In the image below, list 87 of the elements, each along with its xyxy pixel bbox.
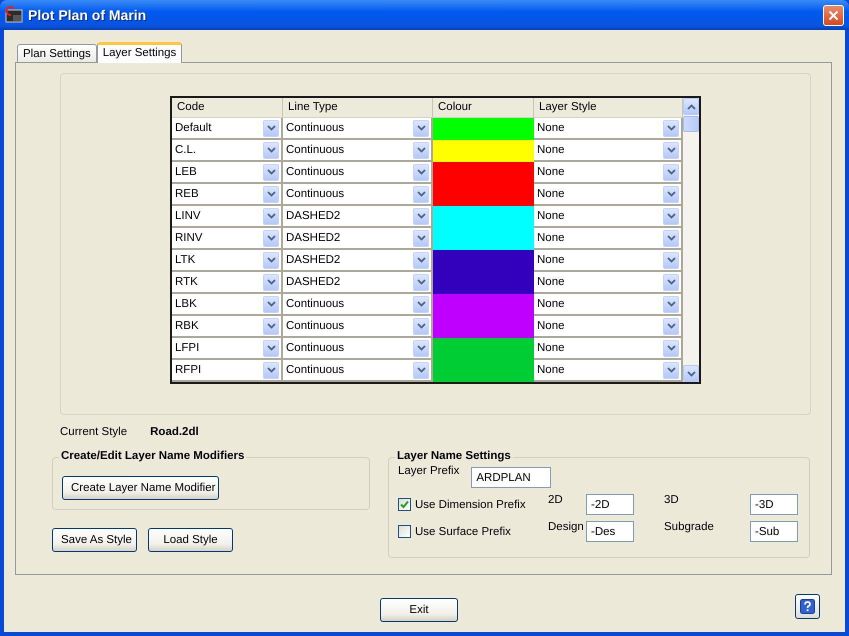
colour-swatch[interactable] (433, 338, 534, 360)
checkbox[interactable] (398, 498, 411, 511)
checkbox[interactable] (398, 525, 411, 538)
colour-swatch[interactable] (433, 140, 534, 162)
line-type-dropdown[interactable]: Continuous (283, 316, 433, 338)
field-label: Design (548, 521, 585, 533)
line-type-dropdown[interactable]: DASHED2 (283, 228, 433, 250)
colour-swatch[interactable] (433, 228, 534, 250)
line-type-dropdown[interactable]: Continuous (283, 184, 433, 206)
suffix-field[interactable]: -Sub (750, 521, 798, 542)
checkbox-label: Use Surface Prefix (415, 526, 511, 538)
code-dropdown[interactable]: LFPI (172, 338, 283, 360)
chevron-up-icon (686, 104, 696, 110)
exit-button[interactable]: Exit (380, 598, 458, 622)
group-title: Layer Name Settings (395, 450, 513, 462)
layer-prefix-field[interactable]: ARDPLAN (471, 467, 552, 488)
line-type-dropdown[interactable]: Continuous (283, 118, 433, 140)
colour-swatch[interactable] (433, 316, 534, 338)
line-type-dropdown[interactable]: DASHED2 (283, 250, 433, 272)
current-style-label: Current Style (60, 426, 128, 438)
layer-style-dropdown[interactable]: None (534, 338, 683, 360)
line-type-dropdown[interactable]: Continuous (283, 140, 433, 162)
chevron-down-icon (686, 370, 696, 376)
colour-swatch[interactable] (433, 250, 534, 272)
create-modifier-button[interactable]: Create Layer Name Modifier (62, 476, 219, 500)
column-header: Code (172, 98, 283, 117)
layer-style-dropdown[interactable]: None (534, 228, 683, 250)
colour-swatch[interactable] (433, 294, 534, 316)
layer-style-dropdown[interactable]: None (534, 316, 683, 338)
suffix-field[interactable]: -Des (586, 521, 634, 542)
layer-style-dropdown[interactable]: None (534, 140, 683, 162)
code-dropdown[interactable]: RTK (172, 272, 283, 294)
style-button[interactable]: Save As Style (52, 528, 137, 552)
layer-prefix-label: Layer Prefix (398, 465, 460, 477)
scroll-down-button[interactable] (683, 365, 699, 382)
colour-swatch[interactable] (433, 162, 534, 184)
code-dropdown[interactable]: REB (172, 184, 283, 206)
code-dropdown[interactable]: RFPI (172, 360, 283, 382)
layer-style-dropdown[interactable]: None (534, 162, 683, 184)
code-dropdown[interactable]: LBK (172, 294, 283, 316)
code-dropdown[interactable]: RINV (172, 228, 283, 250)
code-dropdown[interactable]: LEB (172, 162, 283, 184)
column-header: Colour (433, 98, 534, 117)
current-style-value: Road.2dl (150, 426, 199, 438)
code-dropdown[interactable]: LTK (172, 250, 283, 272)
code-dropdown[interactable]: RBK (172, 316, 283, 338)
help-icon (800, 598, 815, 614)
line-type-dropdown[interactable]: Continuous (283, 294, 433, 316)
colour-swatch[interactable] (433, 118, 534, 140)
line-type-dropdown[interactable]: DASHED2 (283, 206, 433, 228)
scroll-thumb[interactable] (683, 116, 699, 132)
field-label: Subgrade (664, 521, 715, 533)
layer-style-dropdown[interactable]: None (534, 294, 683, 316)
column-header: Line Type (283, 98, 433, 117)
scrollbar[interactable] (683, 98, 699, 382)
group-title: Create/Edit Layer Name Modifiers (59, 450, 246, 462)
app-icon (5, 6, 23, 24)
style-button[interactable]: Load Style (148, 528, 233, 552)
colour-swatch[interactable] (433, 272, 534, 294)
suffix-field[interactable]: -3D (750, 494, 798, 515)
line-type-dropdown[interactable]: Continuous (283, 162, 433, 184)
code-dropdown[interactable]: C.L. (172, 140, 283, 162)
field-label: 3D (664, 494, 680, 506)
colour-swatch[interactable] (433, 206, 534, 228)
code-dropdown[interactable]: Default (172, 118, 283, 140)
code-dropdown[interactable]: LINV (172, 206, 283, 228)
tab[interactable]: Plan Settings (17, 44, 97, 62)
tab[interactable]: Layer Settings (96, 42, 182, 63)
window-title: Plot Plan of Marin (28, 7, 146, 23)
close-icon (828, 10, 839, 20)
layer-style-dropdown[interactable]: None (534, 250, 683, 272)
line-type-dropdown[interactable]: Continuous (283, 360, 433, 382)
line-type-dropdown[interactable]: DASHED2 (283, 272, 433, 294)
colour-swatch[interactable] (433, 360, 534, 382)
suffix-field[interactable]: -2D (586, 494, 634, 515)
layer-style-dropdown[interactable]: None (534, 206, 683, 228)
layer-style-dropdown[interactable]: None (534, 118, 683, 140)
help-button[interactable] (795, 594, 820, 618)
close-button[interactable] (823, 4, 844, 26)
line-type-dropdown[interactable]: Continuous (283, 338, 433, 360)
checkbox-label: Use Dimension Prefix (415, 498, 526, 510)
colour-swatch[interactable] (433, 184, 534, 206)
layer-style-dropdown[interactable]: None (534, 360, 683, 382)
field-label: 2D (548, 494, 564, 506)
scroll-up-button[interactable] (683, 98, 699, 115)
layer-style-dropdown[interactable]: None (534, 184, 683, 206)
layer-style-dropdown[interactable]: None (534, 272, 683, 294)
